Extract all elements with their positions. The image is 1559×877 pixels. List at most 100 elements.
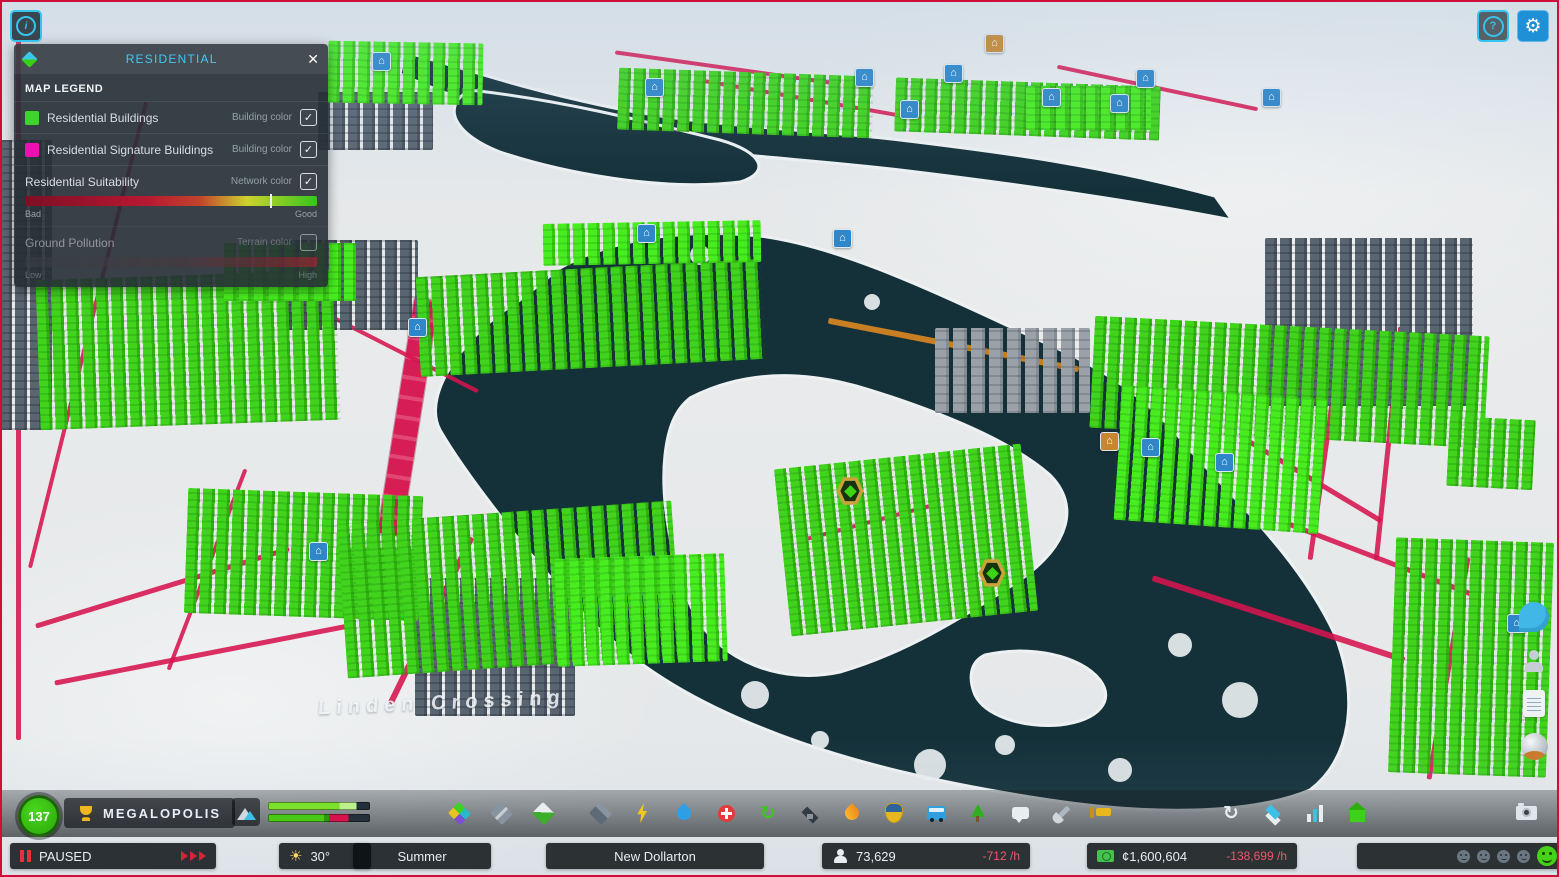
channel-label: Building color: [231, 112, 292, 123]
help-button[interactable]: ?: [1477, 10, 1509, 42]
followed-citizen-icon[interactable]: [1521, 648, 1547, 674]
legend-row-label: Residential Signature Buildings: [47, 142, 214, 157]
tool-bulldozer[interactable]: [1081, 796, 1119, 830]
building-marker-icon[interactable]: ⌂: [637, 224, 656, 243]
tool-terrain[interactable]: [581, 796, 619, 830]
residential-cluster: [773, 443, 1039, 637]
building-marker-icon[interactable]: ⌂: [1136, 69, 1155, 88]
settings-button[interactable]: ⚙: [1517, 10, 1549, 42]
building-marker-icon[interactable]: ⌂: [1110, 94, 1129, 113]
flame-icon: [842, 803, 862, 823]
network-color-checkbox[interactable]: [300, 173, 317, 190]
channel-label: Terrain color: [236, 237, 292, 248]
building-cluster-industrial: [935, 328, 1090, 413]
tool-group-panels: ↻: [1212, 796, 1376, 830]
graduation-cap-icon: [800, 805, 820, 821]
zoning-icon: [447, 801, 471, 825]
building-marker-icon[interactable]: ⌂: [408, 318, 427, 337]
signature-marker-inner: [982, 562, 1002, 584]
shovel-icon: [1054, 805, 1070, 821]
residential-infoview-panel: RESIDENTIAL ✕ MAP LEGEND Residential Bui…: [14, 44, 328, 287]
tool-advisor[interactable]: [1338, 796, 1376, 830]
house-icon: ⌂: [1221, 456, 1228, 468]
legend-row-label: Ground Pollution: [25, 235, 115, 250]
tool-statistics[interactable]: [1296, 796, 1334, 830]
building-marker-icon[interactable]: ⌂: [309, 542, 328, 561]
milestone-pill[interactable]: MEGALOPOLIS: [64, 798, 236, 828]
channel-label: Network color: [230, 176, 292, 187]
building-color-checkbox[interactable]: [300, 109, 317, 126]
tool-garbage[interactable]: ↻: [749, 796, 787, 830]
tool-group-bulldoze: [1081, 796, 1119, 830]
building-marker-icon[interactable]: ⌂: [855, 68, 874, 87]
terrain-color-checkbox[interactable]: [300, 234, 317, 251]
water-drop-icon: [674, 803, 694, 823]
building-marker-icon[interactable]: ⌂: [1215, 453, 1234, 472]
house-icon: ⌂: [1147, 441, 1154, 453]
tool-group-zoning: [440, 796, 562, 830]
milestone-name: MEGALOPOLIS: [103, 805, 222, 821]
speed-controls[interactable]: [181, 851, 206, 861]
tool-zoning[interactable]: [440, 796, 478, 830]
building-marker-icon[interactable]: ⌂: [1262, 88, 1281, 107]
building-marker-icon[interactable]: ⌂: [833, 229, 852, 248]
green-house-icon: [1347, 802, 1366, 822]
happy-face-icon: [1537, 846, 1557, 866]
paused-label: PAUSED: [39, 848, 92, 864]
building-color-checkbox[interactable]: [300, 141, 317, 158]
city-name-segment[interactable]: New Dollarton: [546, 843, 764, 869]
money-segment[interactable]: ¢1,600,604 -138,699 /h: [1087, 843, 1297, 869]
building-marker-icon[interactable]: ⌂: [372, 52, 391, 71]
globe-icon[interactable]: [1520, 733, 1548, 760]
expansion-icon: [232, 798, 260, 826]
tool-parks[interactable]: [959, 796, 997, 830]
building-marker-icon[interactable]: ⌂: [900, 100, 919, 119]
residential-cluster: [327, 40, 484, 106]
building-marker-icon[interactable]: ⌂: [1100, 432, 1119, 451]
bus-icon: [926, 806, 946, 822]
close-icon[interactable]: ✕: [307, 52, 319, 66]
tool-education[interactable]: [791, 796, 829, 830]
tool-electricity[interactable]: [623, 796, 661, 830]
photo-mode-button[interactable]: [1509, 798, 1543, 828]
pause-button[interactable]: [20, 850, 31, 862]
house-icon: ⌂: [991, 37, 998, 49]
season-segment[interactable]: Summer: [353, 843, 491, 869]
happiness-segment[interactable]: [1357, 843, 1559, 869]
house-icon: ⌂: [861, 71, 868, 83]
tool-progression[interactable]: ↻: [1212, 796, 1250, 830]
tool-landscaping[interactable]: [524, 796, 562, 830]
simulation-controls: PAUSED: [10, 843, 216, 869]
tool-city-services[interactable]: [1043, 796, 1081, 830]
game-viewport: ⌂ ⌂ ⌂ ⌂ ⌂ ⌂ ⌂ ⌂ ⌂ ⌂ ⌂ ⌂ ⌂ ⌂ ⌂ ⌂ ⌂ ⌂ Lind…: [0, 0, 1559, 877]
building-marker-icon[interactable]: ⌂: [985, 34, 1004, 53]
tool-water-sewage[interactable]: [665, 796, 703, 830]
building-marker-icon[interactable]: ⌂: [944, 64, 963, 83]
tool-roads[interactable]: [482, 796, 520, 830]
health-cross-icon: [717, 804, 735, 822]
residential-cluster: [415, 259, 766, 377]
xp-progress: [232, 798, 370, 826]
house-icon: ⌂: [1106, 435, 1113, 447]
tool-police[interactable]: [875, 796, 913, 830]
milestone-level-badge[interactable]: 137: [18, 795, 60, 837]
legend-row-signature-buildings: Residential Signature Buildings Building…: [14, 133, 328, 165]
tool-fire-rescue[interactable]: [833, 796, 871, 830]
info-icon: i: [16, 16, 36, 36]
scale-min-label: Low: [25, 270, 42, 280]
population-segment[interactable]: 73,629 -712 /h: [822, 843, 1030, 869]
chirper-icon[interactable]: [1519, 602, 1549, 632]
building-marker-icon[interactable]: ⌂: [1141, 438, 1160, 457]
building-marker-icon[interactable]: ⌂: [645, 78, 664, 97]
scale-max-label: High: [298, 270, 317, 280]
info-view-button[interactable]: i: [10, 10, 42, 42]
tool-communications[interactable]: [1001, 796, 1039, 830]
tool-healthcare[interactable]: [707, 796, 745, 830]
money-icon: [1097, 850, 1114, 862]
tool-info-views[interactable]: [1254, 796, 1292, 830]
journal-icon[interactable]: [1523, 690, 1545, 717]
tool-transportation[interactable]: [917, 796, 955, 830]
house-icon: ⌂: [1142, 72, 1149, 84]
building-marker-icon[interactable]: ⌂: [1042, 88, 1061, 107]
panel-title: RESIDENTIAL: [125, 52, 218, 66]
